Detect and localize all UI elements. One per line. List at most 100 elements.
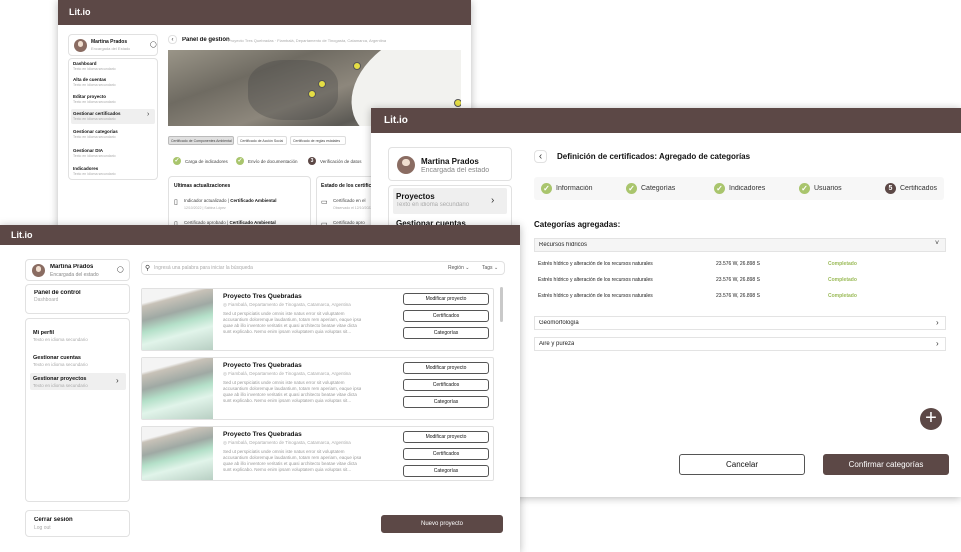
project-location: ◎ Fiambalá, Departamento de Tinogasta, C… (223, 302, 351, 308)
region-filter[interactable]: Región ⌄ (448, 265, 469, 271)
scrollbar[interactable] (500, 287, 503, 322)
certificate-tab-label: Certificado de Acción Social (240, 139, 284, 143)
category-row-status: Completado (828, 277, 857, 283)
project-title: Proyecto Tres Quebradas (223, 362, 302, 369)
modify-project-button[interactable]: Modificar proyecto (403, 362, 489, 374)
project-description: quae ab illo inventore veritatis et quas… (223, 323, 357, 328)
category-row-coords: 23.576 W, 26.898 S (716, 293, 760, 299)
sidebar-item-proyectos[interactable]: Proyectos Texto en idioma secundario › (393, 188, 507, 214)
tags-filter[interactable]: Tags ⌄ (482, 265, 498, 271)
search-input[interactable]: Ingresá una palabra para iniciar la búsq… (154, 265, 253, 271)
sidebar-item[interactable]: Gestionar cuentas Texto en idioma secunda… (30, 352, 126, 369)
sidebar-item-sub: Texto en idioma secundario (33, 383, 88, 388)
categories-button[interactable]: Categorías (403, 327, 489, 339)
sidebar-item[interactable]: Dashboard Texto en idioma secundario (71, 59, 155, 74)
sidebar-item-label: Dashboard (73, 61, 97, 66)
sidebar-item-label: Indicadores (73, 166, 99, 171)
certificate-tab[interactable]: Certificado de Acción Social (237, 136, 287, 145)
back-button[interactable]: ‹ (168, 35, 177, 44)
update-prefix: Indicador actualizado | (184, 198, 231, 203)
dashboard-sub: Dashboard (34, 297, 59, 303)
sidebar-item[interactable]: Gestionar proyectos Texto en idioma secun… (30, 373, 126, 390)
certificates-button[interactable]: Certificados (403, 379, 489, 391)
page-title: Definición de certificados: Agregado de … (557, 152, 751, 161)
step-label: Certificados (900, 185, 937, 192)
project-image (142, 358, 213, 419)
sidebar-item-label: Proyectos (396, 192, 435, 201)
category-row-status: Completado (828, 261, 857, 267)
project-description: accusantium doloremque laudantium, totam… (223, 317, 362, 322)
terrain (248, 60, 338, 120)
sidebar-item-label: Alta de cuentas (73, 77, 107, 82)
region-filter-label: Región (448, 265, 464, 271)
step-number: 3 (308, 157, 316, 165)
categories-button[interactable]: Categorías (403, 396, 489, 408)
sidebar-item[interactable]: Gestionar certificados Texto en idioma se… (71, 109, 155, 124)
categories-button[interactable]: Categorías (403, 465, 489, 477)
project-description: Sed ut perspiciatis unde omnis iste natu… (223, 311, 345, 316)
check-icon: ✓ (173, 157, 181, 165)
modify-project-button[interactable]: Modificar proyecto (403, 293, 489, 305)
category-row-coords: 23.576 W, 26.898 S (716, 277, 760, 283)
sidebar-item-label: Mi perfil (33, 330, 55, 336)
chevron-right-icon: › (491, 195, 495, 206)
new-project-button[interactable]: Nuevo proyecto (381, 515, 503, 533)
certificates-button[interactable]: Certificados (403, 310, 489, 322)
map-pin-icon[interactable] (353, 62, 361, 70)
cancel-button[interactable]: Cancelar (679, 454, 805, 475)
avatar (32, 264, 45, 277)
map-pin-icon[interactable] (454, 99, 461, 107)
sidebar-item[interactable]: Gestionar categorías Texto en idioma secu… (71, 127, 155, 142)
category-group-name: Geomorfología (539, 320, 579, 326)
map-pin-icon[interactable] (318, 80, 326, 88)
title-bar: Lit.io (0, 225, 520, 245)
category-row-name: Estrés hídrico y alteración de los recur… (538, 277, 653, 283)
update-meta: 12/10/2022 | Sabina López (184, 206, 226, 210)
sidebar-item-sub: Texto en idioma secundario (73, 135, 116, 139)
project-location-text: Fiambalá, Departamento de Tinogasta, Cat… (228, 440, 351, 445)
back-button[interactable]: ‹ (534, 150, 547, 163)
dashboard-title: Panel de control (34, 290, 81, 296)
logout-card[interactable]: Cerrar sesión Log out (25, 510, 130, 537)
user-card: Martina Prados Encargada del Estado ◯ (68, 34, 158, 56)
bell-icon[interactable]: ◯ (150, 41, 157, 48)
sidebar-item[interactable]: Alta de cuentas Texto en idioma secundari… (71, 75, 155, 90)
check-icon: ✓ (714, 183, 725, 194)
title-bar: Lit.io (58, 0, 471, 25)
certificate-tab[interactable]: Certificado de reglas estatales (290, 136, 346, 145)
sidebar-item-sub: Texto en idioma secundario (396, 202, 470, 208)
map-pin-icon[interactable] (308, 90, 316, 98)
sidebar-item[interactable]: Editar proyecto Texto en idioma secundari… (71, 92, 155, 107)
category-row-status: Completado (828, 293, 857, 299)
certificate-tab[interactable]: Certificado de Componentes Ambiental (168, 136, 234, 145)
category-group-header[interactable]: Recursos hídricos ˅ (534, 238, 946, 252)
add-category-button[interactable]: + (920, 408, 942, 430)
dashboard-card[interactable]: Panel de control Dashboard (25, 284, 130, 314)
logout-label: Cerrar sesión (34, 517, 73, 523)
sidebar (25, 318, 130, 502)
confirm-categories-button[interactable]: Confirmar categorías (823, 454, 949, 475)
sidebar-item-sub: Texto en idioma secundario (73, 117, 116, 121)
modify-project-button[interactable]: Modificar proyecto (403, 431, 489, 443)
sidebar-item[interactable]: Mi perfil Texto en idioma secundario (30, 327, 126, 344)
sidebar-item[interactable]: Indicadores Texto en idioma secundario (71, 164, 155, 179)
breadcrumb: Proyecto Tres Quebradas · Fiambalá, Depa… (228, 38, 387, 43)
sidebar-item[interactable]: Gestionar DIA Texto en idioma secundario (71, 146, 155, 161)
category-group-name: Aire y pureza (539, 341, 575, 347)
category-row-coords: 23.576 W, 26.898 S (716, 261, 760, 267)
chevron-right-icon: › (116, 376, 119, 385)
project-description: sunt explicabo. Nemo enim ipsam voluptat… (223, 467, 352, 472)
page-title: Panel de gestión (182, 37, 230, 43)
user-name: Martina Prados (50, 264, 94, 270)
search-bar[interactable]: ⚲ Ingresá una palabra para iniciar la bú… (141, 261, 505, 275)
certificate-tab-label: Certificado de Componentes Ambiental (171, 139, 232, 143)
category-group-header[interactable]: Aire y pureza › (534, 337, 946, 351)
user-role: Encargada del Estado (91, 46, 131, 51)
bell-icon[interactable]: ◯ (117, 266, 124, 273)
avatar (74, 39, 87, 52)
sidebar-item-label: Gestionar certificados (73, 111, 121, 116)
update-certificate: Certificado Ambiental (230, 198, 277, 203)
step-label: Envío de documentación (248, 159, 298, 164)
category-group-header[interactable]: Geomorfología › (534, 316, 946, 330)
certificates-button[interactable]: Certificados (403, 448, 489, 460)
